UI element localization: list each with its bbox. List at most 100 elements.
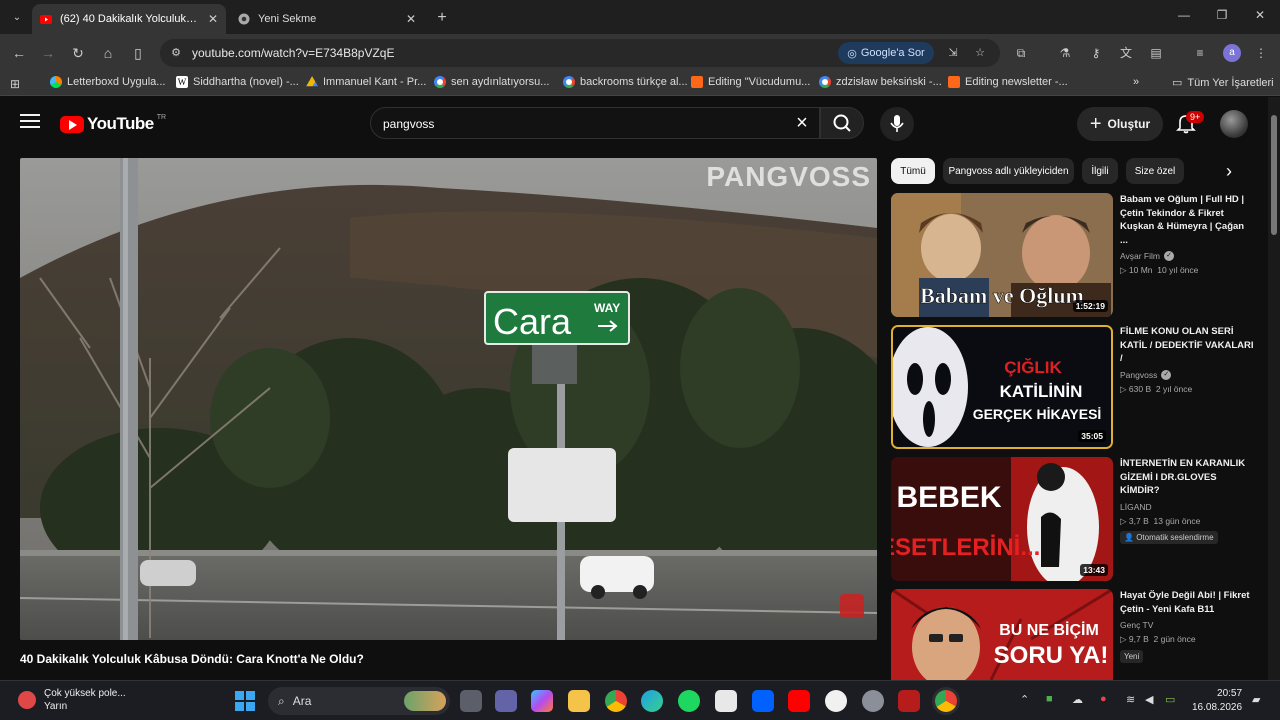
tray-overflow-icon[interactable]: ⌃ (1020, 693, 1029, 706)
tab-search-list-icon[interactable]: ≡ (1191, 44, 1209, 62)
channel-name[interactable]: Pangvoss (1120, 370, 1157, 380)
search-button[interactable] (820, 107, 864, 139)
copilot-icon[interactable] (531, 690, 553, 712)
task-view-icon[interactable] (460, 690, 482, 712)
video-thumbnail[interactable]: Babam ve Oğlum 1:52:19 (891, 193, 1113, 317)
recommended-video[interactable]: Babam ve Oğlum 1:52:19 Babam ve Oğlum | … (891, 193, 1256, 317)
battery-icon[interactable]: ▭ (1165, 693, 1175, 706)
forward-icon[interactable]: → (38, 43, 58, 63)
chip-all[interactable]: Tümü (891, 158, 935, 184)
clear-search-icon[interactable]: × (791, 112, 813, 134)
file-explorer-icon[interactable] (568, 690, 590, 712)
channel-name[interactable]: Genç TV (1120, 620, 1153, 630)
chevron-right-icon[interactable]: › (1220, 161, 1238, 181)
close-tab-icon[interactable]: ✕ (208, 12, 218, 26)
all-bookmarks-button[interactable]: ▭ Tüm Yer İşaretleri (1172, 76, 1274, 90)
microsoft-store-icon[interactable] (715, 690, 737, 712)
password-key-icon[interactable]: ⚷ (1087, 44, 1105, 62)
volume-icon[interactable]: ◀ (1145, 693, 1153, 706)
edge-icon[interactable] (641, 690, 663, 712)
youtube-logo[interactable]: YouTube TR (60, 114, 166, 134)
bookmarks-overflow-icon[interactable]: » (1133, 76, 1139, 88)
reload-icon[interactable]: ↻ (68, 43, 88, 63)
bookmark-label: Immanuel Kant - Pr... (323, 76, 427, 88)
app-red-icon[interactable] (898, 690, 920, 712)
more-menu-icon[interactable]: ⋮ (1252, 44, 1270, 62)
chatgpt-icon[interactable] (825, 690, 847, 712)
search-value[interactable]: pangvoss (383, 117, 434, 131)
create-button[interactable]: + Oluştur (1077, 107, 1163, 141)
menu-icon[interactable] (20, 114, 40, 130)
recommended-video[interactable]: BU NE BİÇİM SORU YA! Hayat Öyle Değil Ab… (891, 589, 1256, 680)
search-input[interactable]: pangvoss × (370, 107, 820, 139)
spotify-icon[interactable] (678, 690, 700, 712)
scrollbar-thumb[interactable] (1271, 115, 1277, 235)
site-info-icon[interactable]: ⚙ (168, 45, 184, 61)
video-thumbnail[interactable]: ÇIĞLIK KATİLİNİN GERÇEK HİKAYESİ 35:05 (891, 325, 1113, 449)
minimize-icon[interactable]: — (1174, 8, 1194, 22)
bookmark-editing-newsletter[interactable]: Editing newsletter -... (948, 76, 1068, 88)
voice-search-button[interactable] (880, 107, 914, 141)
video-player[interactable]: Cara WAY PANGVOSS (20, 158, 877, 640)
extension-puzzle-icon[interactable]: ⚗ (1056, 44, 1074, 62)
close-tab-icon[interactable]: ✕ (406, 12, 416, 26)
recommended-video[interactable]: BEBEK CESETLERİNİ... 13:43 İNTERNETİN EN… (891, 457, 1256, 581)
home-icon[interactable]: ⌂ (98, 43, 118, 63)
address-bar[interactable]: ⚙ youtube.com/watch?v=E734B8pVZqE ◎ Goog… (160, 39, 1000, 67)
onedrive-icon[interactable]: ☁ (1072, 693, 1083, 706)
bookmark-beksinski[interactable]: zdzisław beksiński -... (819, 76, 942, 88)
bookmark-kant[interactable]: Immanuel Kant - Pr... (306, 76, 426, 88)
app-icon[interactable] (862, 690, 884, 712)
video-thumbnail[interactable]: BEBEK CESETLERİNİ... 13:43 (891, 457, 1113, 581)
account-avatar[interactable] (1220, 110, 1248, 138)
chrome-active-icon[interactable] (935, 690, 957, 712)
wifi-icon[interactable]: ≋ (1126, 693, 1135, 706)
chip-related[interactable]: İlgili (1082, 158, 1118, 184)
youtube-app-icon[interactable] (788, 690, 810, 712)
reading-mode-icon[interactable]: ▤ (1147, 44, 1165, 62)
url-text[interactable]: youtube.com/watch?v=E734B8pVZqE (192, 46, 394, 60)
close-window-icon[interactable]: ✕ (1250, 8, 1270, 22)
bookmark-letterboxd[interactable]: Letterboxd Uygula... (50, 76, 165, 88)
maximize-icon[interactable]: ❐ (1212, 8, 1232, 22)
weather-widget[interactable]: Çok yüksek pole... Yarın (18, 687, 126, 713)
youtube-icon (40, 13, 52, 25)
system-clock[interactable]: 20:57 16.08.2026 (1192, 687, 1242, 715)
video-thumbnail[interactable]: BU NE BİÇİM SORU YA! (891, 589, 1113, 680)
bookmark-backrooms[interactable]: backrooms türkçe al... (563, 76, 688, 88)
video-title[interactable]: İNTERNETİN EN KARANLIK GİZEMİ I DR.GLOVE… (1120, 457, 1254, 498)
bookmark-star-icon[interactable]: ☆ (972, 45, 988, 61)
side-panel-icon[interactable]: ▯ (128, 43, 148, 63)
teams-icon[interactable] (495, 690, 517, 712)
profile-avatar[interactable]: a (1223, 44, 1241, 62)
windows-start-icon[interactable] (234, 690, 256, 712)
tab-new-tab[interactable]: Yeni Sekme ✕ (230, 4, 424, 34)
google-lens-button[interactable]: ◎ Google'a Sor (838, 42, 934, 64)
extensions-icon[interactable]: ⧉ (1012, 44, 1030, 62)
translate-icon[interactable]: 文 (1117, 44, 1135, 62)
back-icon[interactable]: ← (9, 43, 29, 63)
bookmark-sen-aydinlatiyorsun[interactable]: sen aydınlatıyorsu... (434, 76, 549, 88)
video-title[interactable]: Babam ve Oğlum | Full HD | Çetin Tekindo… (1120, 193, 1254, 247)
tab-search-icon[interactable]: ⌄ (6, 8, 28, 26)
page-scrollbar[interactable] (1268, 97, 1280, 680)
taskbar-search-box[interactable]: ⌕ Ara (268, 687, 450, 715)
tab-youtube[interactable]: (62) 40 Dakikalık Yolculuk Kâbus ✕ (32, 4, 226, 34)
video-title[interactable]: Hayat Öyle Değil Abi! | Fikret Çetin - Y… (1120, 589, 1254, 616)
video-title[interactable]: FİLME KONU OLAN SERİ KATİL / DEDEKTİF VA… (1120, 325, 1254, 366)
bookmark-siddhartha[interactable]: W Siddhartha (novel) -... (176, 76, 299, 88)
bookmark-editing-vucudumu[interactable]: Editing "Vücudumu... (691, 76, 810, 88)
apps-grid-icon[interactable]: ⊞ (6, 75, 24, 93)
install-app-icon[interactable]: ⇲ (945, 45, 961, 61)
chip-from-uploader[interactable]: Pangvoss adlı yükleyiciden (943, 158, 1074, 184)
nvidia-icon[interactable]: ■ (1046, 693, 1053, 705)
chrome-icon[interactable] (605, 690, 627, 712)
channel-name[interactable]: Avşar Film (1120, 251, 1160, 261)
chip-for-you[interactable]: Size özel (1126, 158, 1184, 184)
microphone-tray-icon[interactable]: ● (1100, 693, 1107, 705)
recommended-video[interactable]: ÇIĞLIK KATİLİNİN GERÇEK HİKAYESİ 35:05 F… (891, 325, 1256, 449)
notification-center-icon[interactable]: ▰ (1252, 693, 1260, 706)
channel-name[interactable]: LİGAND (1120, 502, 1152, 512)
new-tab-icon[interactable]: + (434, 9, 450, 27)
dropbox-icon[interactable] (752, 690, 774, 712)
